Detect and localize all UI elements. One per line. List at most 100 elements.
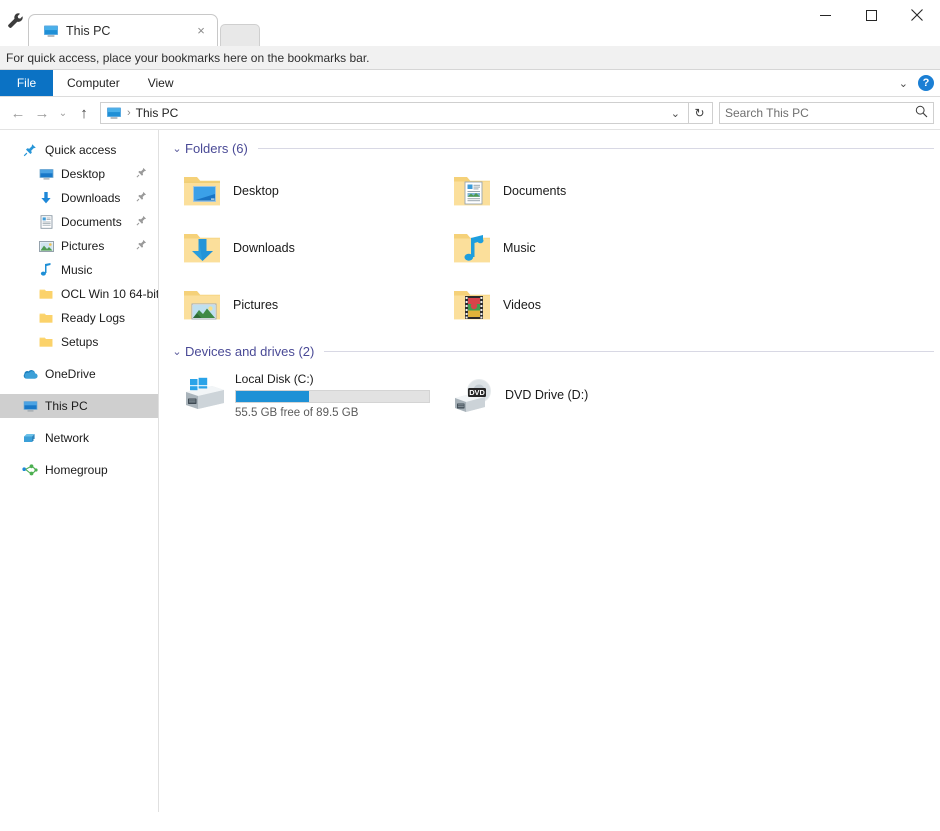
desktop-icon [38,166,54,182]
sidebar-item-network[interactable]: Network [0,426,158,450]
close-icon[interactable]: × [193,23,209,39]
sidebar-item-ocl-win-10-64-bit[interactable]: OCL Win 10 64-bit [0,282,158,306]
network-icon [22,430,38,446]
back-button[interactable]: ← [6,101,30,125]
drive-tile-dvd-drive-d[interactable]: DVD DVD Drive (D:) [451,369,721,421]
search-box[interactable]: Search This PC [719,102,934,124]
pin-icon[interactable] [136,215,148,227]
folders-grid: Desktop Documents Downloads Music Pictur… [169,160,940,327]
folder-documents-icon [451,170,493,212]
pin-icon[interactable] [136,191,148,203]
help-icon[interactable]: ? [918,75,934,91]
sidebar-item-label: OneDrive [45,367,96,381]
folder-tile-label: Videos [503,297,541,312]
close-button[interactable] [894,0,940,30]
folder-tile-label: Pictures [233,297,279,312]
breadcrumb-separator: › [127,107,131,119]
file-list-pane[interactable]: ⌄ Folders (6) Desktop Documents Download… [159,130,940,812]
bookmarks-bar[interactable]: For quick access, place your bookmarks h… [0,46,940,70]
folder-tile-pictures[interactable]: Pictures [181,282,451,327]
browser-tab-this-pc[interactable]: This PC × [28,14,218,46]
forward-button[interactable]: → [30,101,54,125]
folder-tile-music[interactable]: Music [451,225,721,270]
sidebar-item-quick-access[interactable]: Quick access [0,138,158,162]
music-note-icon [38,262,54,278]
drive-info: Local Disk (C:) 55.5 GB free of 89.5 GB [235,369,430,419]
folder-tile-documents[interactable]: Documents [451,168,721,213]
recent-locations-button[interactable]: ⌄ [54,101,72,125]
folder-videos-icon [451,284,493,326]
sidebar-item-onedrive[interactable]: OneDrive [0,362,158,386]
tab-file[interactable]: File [0,70,53,96]
folder-tile-label: Downloads [233,240,295,255]
sidebar-item-ready-logs[interactable]: Ready Logs [0,306,158,330]
bookmarks-bar-hint: For quick access, place your bookmarks h… [6,50,370,65]
sidebar-item-label: Pictures [61,239,105,253]
sidebar-item-label: Downloads [61,191,121,205]
chevron-down-icon[interactable]: ⌄ [169,345,185,358]
sidebar-item-label: This PC [45,399,88,413]
group-header-folders[interactable]: ⌄ Folders (6) [169,138,940,158]
folder-tile-label: Music [503,240,536,255]
folder-tile-label: Desktop [233,183,279,198]
search-input[interactable]: Search This PC [725,106,915,120]
folder-icon [38,310,54,326]
drive-tile-local-disk-c[interactable]: Local Disk (C:) 55.5 GB free of 89.5 GB [181,369,451,421]
onedrive-cloud-icon [22,366,38,382]
folder-music-icon [451,227,493,269]
refresh-icon[interactable]: ↻ [688,102,710,124]
tab-view[interactable]: View [134,70,188,96]
folder-tile-label: Documents [503,183,567,198]
group-divider [324,350,934,352]
sidebar-item-desktop[interactable]: Desktop [0,162,158,186]
sidebar-item-homegroup[interactable]: Homegroup [0,458,158,482]
pin-icon[interactable] [136,167,148,179]
maximize-button[interactable] [848,0,894,30]
search-icon[interactable] [915,105,928,121]
document-icon [38,214,54,230]
new-tab-button[interactable] [220,24,260,46]
folder-tile-downloads[interactable]: Downloads [181,225,451,270]
sidebar-item-documents[interactable]: Documents [0,210,158,234]
sidebar-item-label: OCL Win 10 64-bit [61,287,158,301]
drive-capacity-fill [236,391,310,402]
dvd-drive-icon: DVD [451,371,499,419]
sidebar-item-label: Quick access [45,143,117,157]
up-button[interactable]: ↑ [72,101,96,125]
folder-icon [38,286,54,302]
folder-pictures-icon [181,284,223,326]
address-bar: ← → ⌄ ↑ › This PC ⌄ ↻ Search This PC [0,97,940,130]
sidebar-item-label: Network [45,431,90,445]
monitor-icon [43,23,59,39]
chevron-down-icon[interactable]: ⌄ [899,77,908,90]
sidebar-item-setups[interactable]: Setups [0,330,158,354]
sidebar-item-downloads[interactable]: Downloads [0,186,158,210]
minimize-button[interactable] [802,0,848,30]
drives-grid: Local Disk (C:) 55.5 GB free of 89.5 GB [169,363,940,421]
ribbon-right-controls: ⌄ ? [899,70,934,96]
drive-name: DVD Drive (D:) [505,388,589,402]
chevron-down-icon[interactable]: ⌄ [169,142,185,155]
sidebar-item-pictures[interactable]: Pictures [0,234,158,258]
chevron-down-icon[interactable]: ⌄ [663,107,688,120]
ribbon-tabbar: File Computer View ⌄ ? [0,70,940,97]
sidebar-item-music[interactable]: Music [0,258,158,282]
wrench-icon[interactable] [0,0,30,46]
sidebar-item-this-pc[interactable]: This PC [0,394,158,418]
explorer-body: Quick access Desktop Downloads Documents… [0,130,940,812]
drive-capacity-bar [235,390,430,403]
monitor-icon [106,105,122,121]
tab-computer[interactable]: Computer [53,70,134,96]
folder-downloads-icon [181,227,223,269]
folder-tile-videos[interactable]: Videos [451,282,721,327]
group-title: Devices and drives (2) [185,343,315,359]
drive-name: Local Disk (C:) [235,372,314,386]
breadcrumb[interactable]: › This PC ⌄ ↻ [100,102,713,124]
browser-tab-title: This PC [66,23,111,38]
breadcrumb-this-pc[interactable]: This PC [136,106,663,120]
folder-tile-desktop[interactable]: Desktop [181,168,451,213]
group-header-devices[interactable]: ⌄ Devices and drives (2) [169,341,940,361]
pin-icon[interactable] [136,239,148,251]
